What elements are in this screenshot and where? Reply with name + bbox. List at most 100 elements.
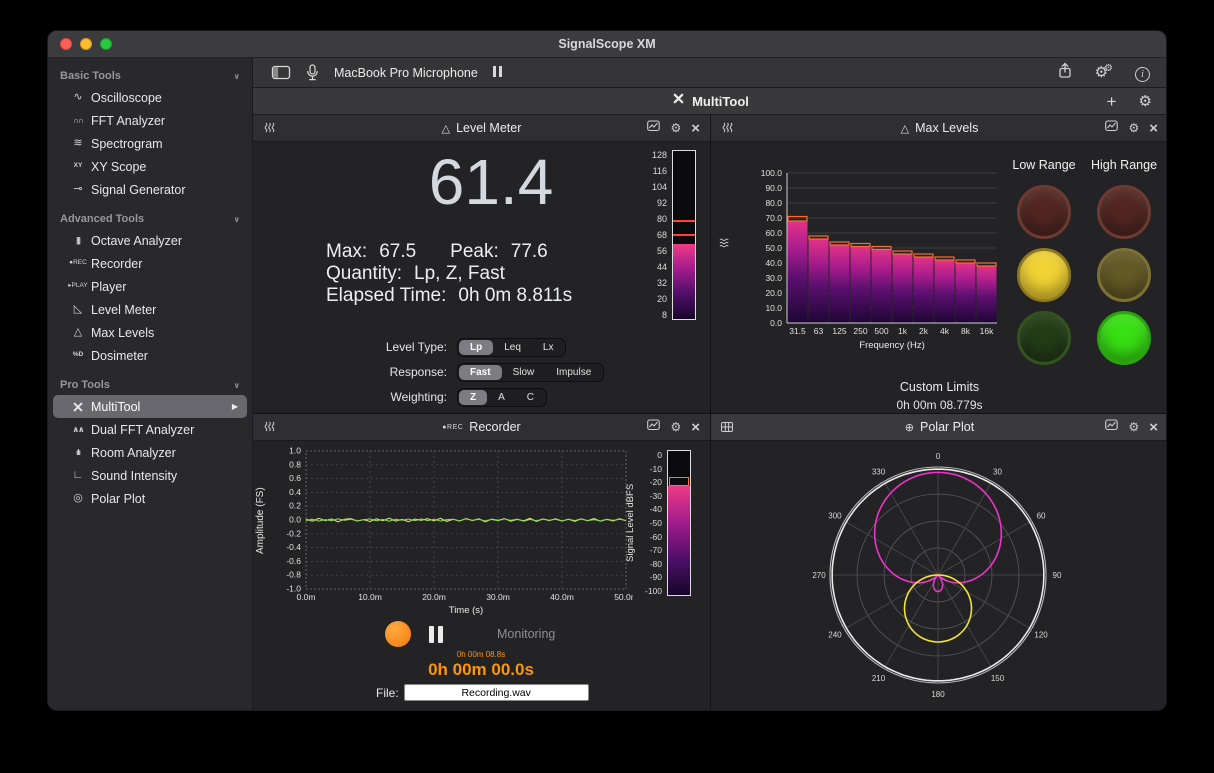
max-hold-line [673, 234, 695, 236]
file-name-input[interactable] [404, 684, 589, 701]
panel-actions: ⚙ × [1105, 119, 1158, 137]
meter-tick-label: -100 [645, 586, 662, 596]
meter-fill [673, 244, 695, 319]
segment-slow[interactable]: Slow [502, 365, 546, 380]
close-icon[interactable]: × [1149, 121, 1158, 136]
share-button[interactable] [1057, 62, 1073, 84]
segment-a[interactable]: A [487, 390, 516, 405]
chart-line [844, 575, 938, 629]
signal-stream-icon [263, 421, 276, 434]
sidebar-item-level-meter[interactable]: ◺Level Meter [53, 298, 247, 321]
close-icon[interactable]: × [1149, 420, 1158, 435]
recorder-controls: Monitoring [385, 621, 555, 647]
max-value: 67.5 [379, 241, 416, 262]
titlebar[interactable]: SignalScope XM [48, 31, 1166, 58]
input-device-label[interactable]: MacBook Pro Microphone [334, 66, 478, 80]
range-column-header: High Range [1091, 158, 1157, 176]
sidebar-item-dual-fft-analyzer[interactable]: ∧∧Dual FFT Analyzer [53, 418, 247, 441]
segment-lp[interactable]: Lp [459, 340, 493, 355]
sidebar-item-signal-generator[interactable]: ⊸Signal Generator [53, 178, 247, 201]
info-button[interactable]: i [1135, 64, 1150, 82]
segment-lx[interactable]: Lx [532, 340, 565, 355]
segment-impulse[interactable]: Impulse [545, 365, 602, 380]
meter-tick-label: 44 [657, 262, 667, 272]
sidebar-item-recorder[interactable]: ●RECRecorder [53, 252, 247, 275]
sidebar-item-label: Player [91, 280, 126, 294]
multitool-title: MultiTool [692, 94, 749, 109]
signal-stream-icon [721, 122, 734, 135]
meter-tick-label: 68 [657, 230, 667, 240]
section-label: Pro Tools [60, 379, 110, 391]
chart-toggle-icon[interactable] [647, 119, 660, 137]
level-meter-header[interactable]: △ Level Meter ⚙ × [253, 115, 710, 142]
sidebar-item-sound-intensity[interactable]: ∟Sound Intensity [53, 464, 247, 487]
panel-max-levels: △ Max Levels ⚙ × 100.090.080.070.060.050… [711, 115, 1167, 414]
chart-toggle-icon[interactable] [1105, 119, 1118, 137]
sidebar-section-pro-tools[interactable]: Pro Tools ∨ [48, 375, 252, 395]
close-icon[interactable]: × [691, 420, 700, 435]
player-icon: ▸PLAY [65, 283, 91, 290]
chart-text: 0.0m [297, 592, 316, 602]
max-levels-header[interactable]: △ Max Levels ⚙ × [711, 115, 1167, 142]
polar-plot-icon: ◎ [65, 493, 91, 504]
running-indicator-icon: ▶ [232, 402, 238, 411]
y-axis-handle-icon[interactable] [718, 237, 736, 249]
sidebar-item-room-analyzer[interactable]: ılıRoom Analyzer [53, 441, 247, 464]
segment-fast[interactable]: Fast [459, 365, 502, 380]
sidebar-section-basic-tools[interactable]: Basic Tools∨ [48, 66, 252, 86]
meter-tick-label: -30 [650, 491, 662, 501]
grid-icon [721, 422, 733, 432]
dosimeter-icon: %D [65, 352, 91, 359]
settings-gears-button[interactable]: ⚙⚙ [1095, 64, 1113, 82]
segment-z[interactable]: Z [459, 390, 487, 405]
sidebar-item-oscilloscope[interactable]: ∿Oscilloscope [53, 86, 247, 109]
sidebar-section-advanced-tools[interactable]: Advanced Tools∨ [48, 209, 252, 229]
elapsed-label: Elapsed Time: [326, 285, 446, 306]
sidebar-item-octave-analyzer[interactable]: |||Octave Analyzer [53, 229, 247, 252]
chart-toggle-icon[interactable] [647, 418, 660, 436]
meter-tick-label: -80 [650, 559, 662, 569]
meter-tick-label: -70 [650, 545, 662, 555]
chart-text: 4k [940, 326, 950, 336]
panel-actions: ⚙ × [647, 119, 700, 137]
add-tool-button[interactable]: + [1107, 93, 1117, 110]
sidebar-toggle-icon[interactable] [271, 64, 291, 81]
gear-icon[interactable]: ⚙ [1128, 121, 1139, 135]
polar-plot-header[interactable]: ⊕ Polar Plot ⚙ × [711, 414, 1167, 441]
chevron-down-icon: ∨ [234, 381, 241, 390]
sidebar-item-xy-scope[interactable]: XYXY Scope [53, 155, 247, 178]
chart-text: 125 [832, 326, 846, 336]
segment-c[interactable]: C [516, 390, 545, 405]
recorder-body: Amplitude (FS) 1.00.80.60.40.20.0-0.2-0.… [253, 441, 710, 711]
close-icon[interactable]: × [691, 121, 700, 136]
sidebar-item-label: FFT Analyzer [91, 114, 165, 128]
gear-icon[interactable]: ⚙ [1128, 420, 1139, 434]
chart-text: 30.0 [765, 273, 782, 283]
segment-leq[interactable]: Leq [493, 340, 532, 355]
chart-text: Frequency (Hz) [859, 340, 924, 351]
gear-icon[interactable]: ⚙ [670, 121, 681, 135]
chart-text: 0.4 [289, 487, 301, 497]
meter-tick-label: 32 [657, 278, 667, 288]
multitool-settings-button[interactable]: ⚙ [1139, 94, 1152, 109]
sidebar-item-polar-plot[interactable]: ◎Polar Plot [53, 487, 247, 510]
gear-icon[interactable]: ⚙ [670, 420, 681, 434]
sidebar-item-dosimeter[interactable]: %DDosimeter [53, 344, 247, 367]
range-column-header: Low Range [1012, 158, 1075, 176]
meter-tick-label: 116 [653, 166, 667, 176]
sidebar-item-player[interactable]: ▸PLAYPlayer [53, 275, 247, 298]
level-meter-icon: ◺ [65, 304, 91, 315]
recorder-pause-button[interactable] [427, 626, 445, 643]
meter-tick-label: 0 [657, 450, 662, 460]
recorder-header[interactable]: ●REC Recorder ⚙ × [253, 414, 710, 441]
sidebar-item-spectrogram[interactable]: ≋Spectrogram [53, 132, 247, 155]
chart-text: 40.0 [765, 258, 782, 268]
sidebar-item-multitool[interactable]: MultiTool▶ [53, 395, 247, 418]
chart-text: 90.0 [765, 183, 782, 193]
sidebar-item-fft-analyzer[interactable]: ∩∩FFT Analyzer [53, 109, 247, 132]
pause-button[interactable] [492, 64, 504, 82]
record-button[interactable] [385, 621, 411, 647]
chart-toggle-icon[interactable] [1105, 418, 1118, 436]
max-levels-elapsed: 0h 00m 08.779s [711, 398, 1167, 412]
sidebar-item-max-levels[interactable]: △Max Levels [53, 321, 247, 344]
